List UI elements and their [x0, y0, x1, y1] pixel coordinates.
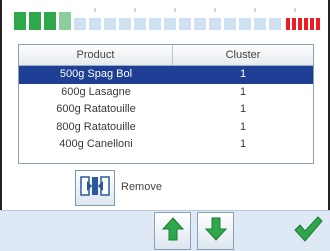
cell-cluster: 1	[239, 85, 247, 98]
table-row[interactable]: 400g Canelloni 1	[19, 136, 313, 154]
cell-cluster: 1	[239, 103, 247, 115]
arrow-down-icon	[204, 217, 227, 246]
meter-tick	[214, 8, 216, 12]
cell-product: 600g Lasagne	[61, 85, 131, 98]
cell-cluster: 1	[239, 138, 247, 150]
move-up-button[interactable]	[154, 212, 191, 250]
column-header-product[interactable]: Product	[19, 45, 173, 65]
remove-column-icon	[80, 175, 110, 202]
cell-product: 400g Canelloni	[59, 138, 133, 150]
confirm-button[interactable]	[290, 212, 326, 250]
cell-product: 800g Ratatouille	[56, 120, 136, 133]
cell-cluster: 1	[239, 68, 247, 80]
level-meter	[14, 8, 324, 34]
meter-fill-2	[29, 12, 41, 30]
meter-fill-3	[44, 12, 56, 30]
meter-fill-1	[14, 12, 26, 30]
meter-warning-zone	[286, 18, 322, 30]
meter-fill-4	[59, 12, 71, 30]
meter-empty-track	[74, 18, 284, 30]
cell-product: 500g Spag Bol	[59, 68, 133, 80]
meter-tick	[134, 8, 136, 12]
table-row[interactable]: 600g Lasagne 1	[19, 84, 313, 102]
table-header: Product Cluster	[19, 45, 313, 66]
meter-tick	[254, 8, 256, 12]
column-header-cluster[interactable]: Cluster	[173, 45, 313, 65]
product-cluster-table: Product Cluster 500g Spag Bol 1 600g Las…	[18, 44, 314, 164]
remove-button[interactable]	[75, 170, 115, 206]
arrow-up-icon	[161, 216, 184, 246]
cell-cluster: 1	[239, 120, 247, 133]
table-row[interactable]: 600g Ratatouille 1	[19, 101, 313, 119]
meter-tick	[174, 8, 176, 12]
cell-product: 600g Ratatouille	[56, 103, 136, 115]
move-down-button[interactable]	[197, 212, 234, 250]
table-row[interactable]: 800g Ratatouille 1	[19, 119, 313, 137]
checkmark-icon	[293, 215, 323, 248]
remove-label: Remove	[121, 181, 162, 193]
meter-tick	[294, 8, 296, 12]
table-row[interactable]: 500g Spag Bol 1	[19, 66, 313, 84]
meter-tick	[94, 8, 96, 12]
